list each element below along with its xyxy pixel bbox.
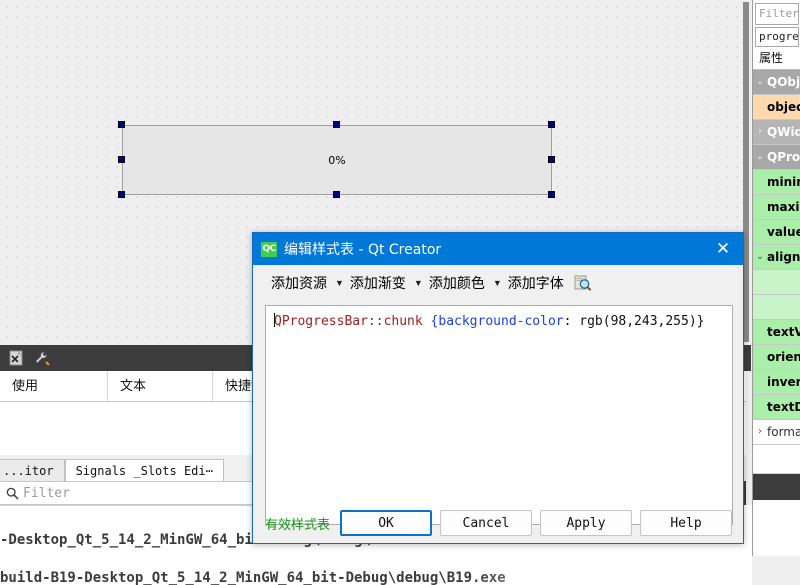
property-row-label: alignment <box>767 250 800 264</box>
add-resource-button[interactable]: 添加资源 <box>271 273 327 293</box>
property-panel-filler <box>753 445 800 474</box>
resize-handle-middle-right[interactable] <box>548 156 555 163</box>
progressbar-value-text: 0% <box>328 153 346 167</box>
preview-magnifier-icon[interactable] <box>574 275 592 292</box>
property-row-label: orientation <box>767 350 800 364</box>
output-line-2: build-B19-Desktop_Qt_5_14_2_MinGW_64_bit… <box>0 570 506 585</box>
property-row-label: objectName <box>767 100 800 114</box>
property-filter-input[interactable]: Filter <box>755 3 799 25</box>
add-font-button[interactable]: 添加字体 <box>508 273 564 293</box>
property-row-label: format <box>767 425 800 439</box>
tab-action-editor[interactable]: ...itor <box>0 459 65 481</box>
apply-button[interactable]: Apply <box>540 510 633 536</box>
new-action-icon[interactable] <box>5 348 27 368</box>
property-row[interactable]: textDirection <box>753 395 800 420</box>
code-close-brace: } <box>696 314 705 329</box>
property-row[interactable]: ⌄QProgressBar <box>753 145 800 170</box>
help-button[interactable]: Help <box>640 510 733 536</box>
dialog-button-row[interactable]: 有效样式表 OK Cancel Apply Help <box>253 503 743 543</box>
resize-handle-bottom-right[interactable] <box>548 191 555 198</box>
resize-handle-top-right[interactable] <box>548 121 555 128</box>
resize-handle-bottom-left[interactable] <box>118 191 125 198</box>
property-row-label: QProgressBar <box>767 150 800 164</box>
stylesheet-code-line[interactable]: QProgressBar::chunk {background-color: r… <box>274 313 705 329</box>
property-row[interactable]: maximum <box>753 195 800 220</box>
code-selector: QProgressBar::chunk <box>274 314 423 329</box>
property-row[interactable]: ⌄QObject <box>753 70 800 95</box>
add-resource-chevron-down-icon[interactable]: ▼ <box>335 278 344 288</box>
resize-handle-top-left[interactable] <box>118 121 125 128</box>
dialog-title-text: 编辑样式表 - Qt Creator <box>284 242 442 258</box>
property-row-label: invertedAppearance <box>767 375 800 389</box>
property-row-label: QObject <box>767 75 800 89</box>
progressbar-widget[interactable]: 0% <box>122 125 552 195</box>
property-row-label: textDirection <box>767 400 800 414</box>
property-row[interactable]: ›QWidget <box>753 120 800 145</box>
property-row[interactable]: ›format <box>753 420 800 445</box>
property-row-label: QWidget <box>767 125 800 139</box>
ok-button[interactable]: OK <box>340 510 433 536</box>
chevron-right-icon[interactable]: › <box>753 420 767 444</box>
configure-wrench-icon[interactable] <box>30 348 52 368</box>
code-property: background-color <box>438 314 564 329</box>
resize-handle-top-center[interactable] <box>333 121 340 128</box>
dialog-toolbar[interactable]: 添加资源 ▼ 添加渐变 ▼ 添加颜色 ▼ 添加字体 <box>253 265 743 301</box>
code-open-brace: { <box>422 314 439 329</box>
column-header-text[interactable]: 文本 <box>108 371 213 401</box>
edit-stylesheet-dialog[interactable]: QC 编辑样式表 - Qt Creator ✕ 添加资源 ▼ 添加渐变 ▼ 添加… <box>252 232 744 544</box>
property-row[interactable] <box>753 295 800 320</box>
object-selector-combo[interactable]: progressBar <box>755 27 799 47</box>
tab-signals-slots-editor[interactable]: Signals _Slots Edi⋯ <box>64 459 224 481</box>
search-icon <box>6 487 19 500</box>
stylesheet-valid-label: 有效样式表 <box>265 517 331 533</box>
close-icon[interactable]: ✕ <box>703 233 743 265</box>
property-row[interactable]: textVisible <box>753 320 800 345</box>
property-panel-dark-strip <box>753 474 800 500</box>
property-row[interactable]: minimum <box>753 170 800 195</box>
resize-handle-middle-left[interactable] <box>118 156 125 163</box>
property-row[interactable]: orientation <box>753 345 800 370</box>
chevron-down-icon[interactable]: ⌄ <box>753 70 767 94</box>
dialog-title-bar[interactable]: QC 编辑样式表 - Qt Creator ✕ <box>253 233 743 265</box>
column-header-usage[interactable]: 使用 <box>0 371 108 401</box>
property-row-label: minimum <box>767 175 800 189</box>
add-gradient-chevron-down-icon[interactable]: ▼ <box>414 278 423 288</box>
property-row[interactable]: value <box>753 220 800 245</box>
property-row-label: maximum <box>767 200 800 214</box>
property-row[interactable] <box>753 270 800 295</box>
add-color-button[interactable]: 添加颜色 <box>429 273 485 293</box>
property-row-label: textVisible <box>767 325 800 339</box>
property-row[interactable]: invertedAppearance <box>753 370 800 395</box>
filter-placeholder-text: Filter <box>23 485 70 501</box>
chevron-down-icon[interactable]: ⌄ <box>753 145 767 169</box>
qt-creator-logo-icon: QC <box>261 241 277 257</box>
chevron-right-icon[interactable]: › <box>753 120 767 144</box>
chevron-down-icon[interactable]: ⌄ <box>753 245 767 269</box>
add-color-chevron-down-icon[interactable]: ▼ <box>493 278 502 288</box>
property-row-label: value <box>767 225 800 239</box>
property-column-header: 属性 <box>753 47 800 70</box>
code-value: rgb(98,243,255) <box>579 314 697 329</box>
property-editor-panel[interactable]: Filter progressBar 属性 ⌄QObjectobjectName… <box>752 0 800 556</box>
property-row[interactable]: objectName <box>753 95 800 120</box>
stylesheet-code-editor[interactable]: QProgressBar::chunk {background-color: r… <box>265 305 733 525</box>
cancel-button[interactable]: Cancel <box>440 510 533 536</box>
add-gradient-button[interactable]: 添加渐变 <box>350 273 406 293</box>
property-row[interactable]: ⌄alignment <box>753 245 800 270</box>
resize-handle-bottom-center[interactable] <box>333 191 340 198</box>
code-colon: : <box>563 314 580 329</box>
